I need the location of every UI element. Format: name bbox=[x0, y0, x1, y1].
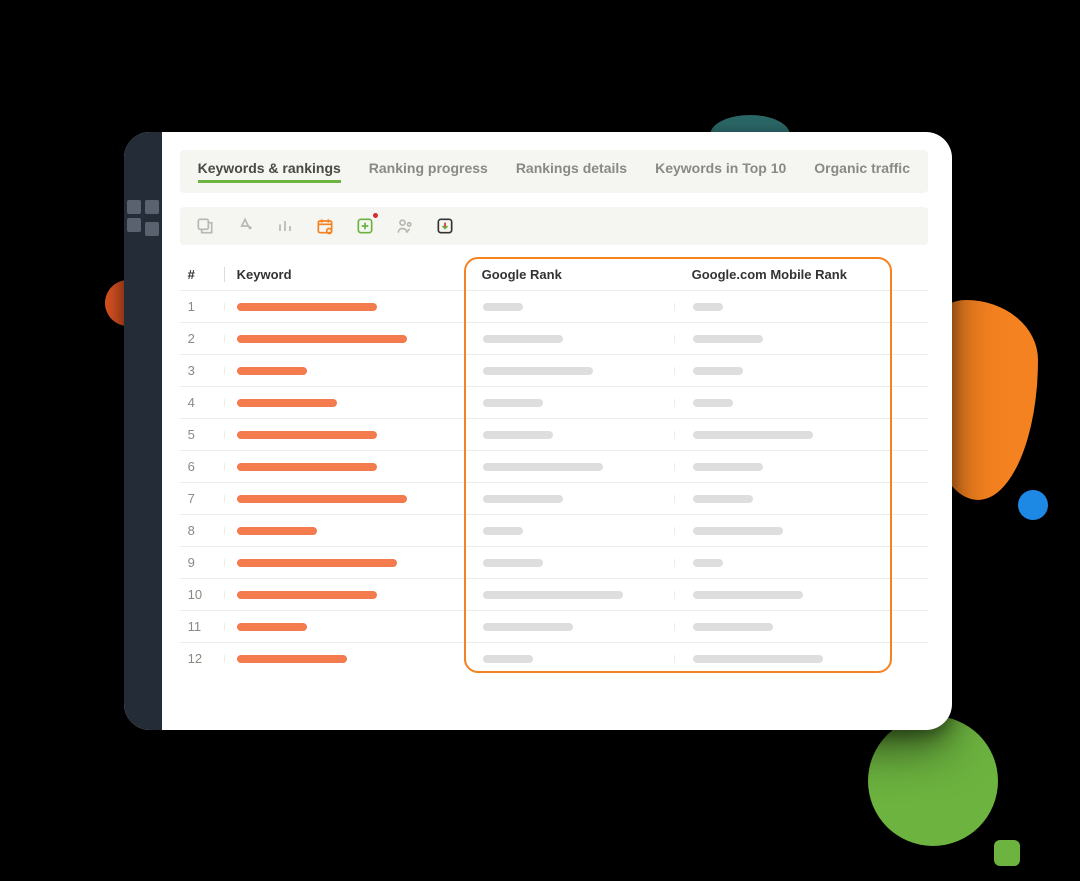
tab-keywords-top10[interactable]: Keywords in Top 10 bbox=[655, 160, 786, 183]
app-menu-icon[interactable] bbox=[127, 200, 159, 232]
table-row[interactable]: 9 bbox=[180, 546, 928, 578]
col-index-header[interactable]: # bbox=[180, 267, 224, 282]
google-rank-cell bbox=[464, 399, 674, 407]
tab-ranking-progress[interactable]: Ranking progress bbox=[369, 160, 488, 183]
chart-icon[interactable] bbox=[274, 215, 296, 237]
table-row[interactable]: 10 bbox=[180, 578, 928, 610]
keyword-cell bbox=[224, 495, 464, 503]
google-rank-cell bbox=[464, 463, 674, 471]
google-rank-cell bbox=[464, 591, 674, 599]
keyword-cell bbox=[224, 559, 464, 567]
keyword-cell bbox=[224, 463, 464, 471]
toolbar bbox=[180, 207, 928, 245]
col-google-rank-header[interactable]: Google Rank bbox=[464, 267, 674, 282]
col-keyword-header[interactable]: Keyword bbox=[224, 267, 464, 282]
google-rank-cell bbox=[464, 623, 674, 631]
google-mobile-rank-cell bbox=[674, 335, 884, 343]
app-frame: Keywords & rankings Ranking progress Ran… bbox=[124, 132, 952, 730]
keyword-cell bbox=[224, 399, 464, 407]
tab-keywords-rankings[interactable]: Keywords & rankings bbox=[198, 160, 341, 183]
row-index: 12 bbox=[180, 651, 224, 666]
google-mobile-rank-cell bbox=[674, 495, 884, 503]
row-index: 5 bbox=[180, 427, 224, 442]
google-rank-cell bbox=[464, 335, 674, 343]
keyword-cell bbox=[224, 527, 464, 535]
google-rank-cell bbox=[464, 559, 674, 567]
table-row[interactable]: 5 bbox=[180, 418, 928, 450]
google-rank-cell bbox=[464, 367, 674, 375]
keyword-cell bbox=[224, 335, 464, 343]
sidebar-rail bbox=[124, 132, 162, 730]
keyword-cell bbox=[224, 623, 464, 631]
table-row[interactable]: 11 bbox=[180, 610, 928, 642]
google-rank-cell bbox=[464, 655, 674, 663]
row-index: 7 bbox=[180, 491, 224, 506]
google-mobile-rank-cell bbox=[674, 399, 884, 407]
share-icon[interactable] bbox=[194, 215, 216, 237]
table-row[interactable]: 12 bbox=[180, 642, 928, 674]
table-row[interactable]: 7 bbox=[180, 482, 928, 514]
main-content: Keywords & rankings Ranking progress Ran… bbox=[162, 132, 952, 730]
google-rank-cell bbox=[464, 495, 674, 503]
decor-green-square bbox=[994, 840, 1020, 866]
row-index: 3 bbox=[180, 363, 224, 378]
google-mobile-rank-cell bbox=[674, 623, 884, 631]
keyword-table: # Keyword Google Rank Google.com Mobile … bbox=[180, 259, 928, 674]
google-rank-cell bbox=[464, 303, 674, 311]
row-index: 11 bbox=[180, 619, 224, 634]
person-add-icon[interactable] bbox=[234, 215, 256, 237]
google-mobile-rank-cell bbox=[674, 367, 884, 375]
table-row[interactable]: 1 bbox=[180, 290, 928, 322]
row-index: 4 bbox=[180, 395, 224, 410]
schedule-icon[interactable] bbox=[314, 215, 336, 237]
download-icon[interactable] bbox=[434, 215, 456, 237]
row-index: 9 bbox=[180, 555, 224, 570]
google-mobile-rank-cell bbox=[674, 559, 884, 567]
row-index: 8 bbox=[180, 523, 224, 538]
col-google-mobile-rank-header[interactable]: Google.com Mobile Rank bbox=[674, 267, 884, 282]
google-mobile-rank-cell bbox=[674, 463, 884, 471]
google-rank-cell bbox=[464, 527, 674, 535]
row-index: 1 bbox=[180, 299, 224, 314]
tab-rankings-details[interactable]: Rankings details bbox=[516, 160, 627, 183]
row-index: 10 bbox=[180, 587, 224, 602]
google-mobile-rank-cell bbox=[674, 431, 884, 439]
table-row[interactable]: 8 bbox=[180, 514, 928, 546]
tabs-bar: Keywords & rankings Ranking progress Ran… bbox=[180, 150, 928, 193]
keyword-cell bbox=[224, 303, 464, 311]
row-index: 2 bbox=[180, 331, 224, 346]
google-mobile-rank-cell bbox=[674, 303, 884, 311]
row-index: 6 bbox=[180, 459, 224, 474]
google-mobile-rank-cell bbox=[674, 655, 884, 663]
keyword-cell bbox=[224, 367, 464, 375]
table-row[interactable]: 3 bbox=[180, 354, 928, 386]
tab-organic-traffic[interactable]: Organic traffic bbox=[814, 160, 910, 183]
team-icon[interactable] bbox=[394, 215, 416, 237]
add-box-icon[interactable] bbox=[354, 215, 376, 237]
keyword-cell bbox=[224, 591, 464, 599]
table-row[interactable]: 6 bbox=[180, 450, 928, 482]
table-body: 123456789101112 bbox=[180, 290, 928, 674]
google-rank-cell bbox=[464, 431, 674, 439]
decor-blue-dot bbox=[1018, 490, 1048, 520]
google-mobile-rank-cell bbox=[674, 527, 884, 535]
table-header-row: # Keyword Google Rank Google.com Mobile … bbox=[180, 259, 928, 290]
keyword-cell bbox=[224, 431, 464, 439]
table-row[interactable]: 4 bbox=[180, 386, 928, 418]
keyword-cell bbox=[224, 655, 464, 663]
decor-green-circle bbox=[868, 716, 998, 846]
table-row[interactable]: 2 bbox=[180, 322, 928, 354]
google-mobile-rank-cell bbox=[674, 591, 884, 599]
